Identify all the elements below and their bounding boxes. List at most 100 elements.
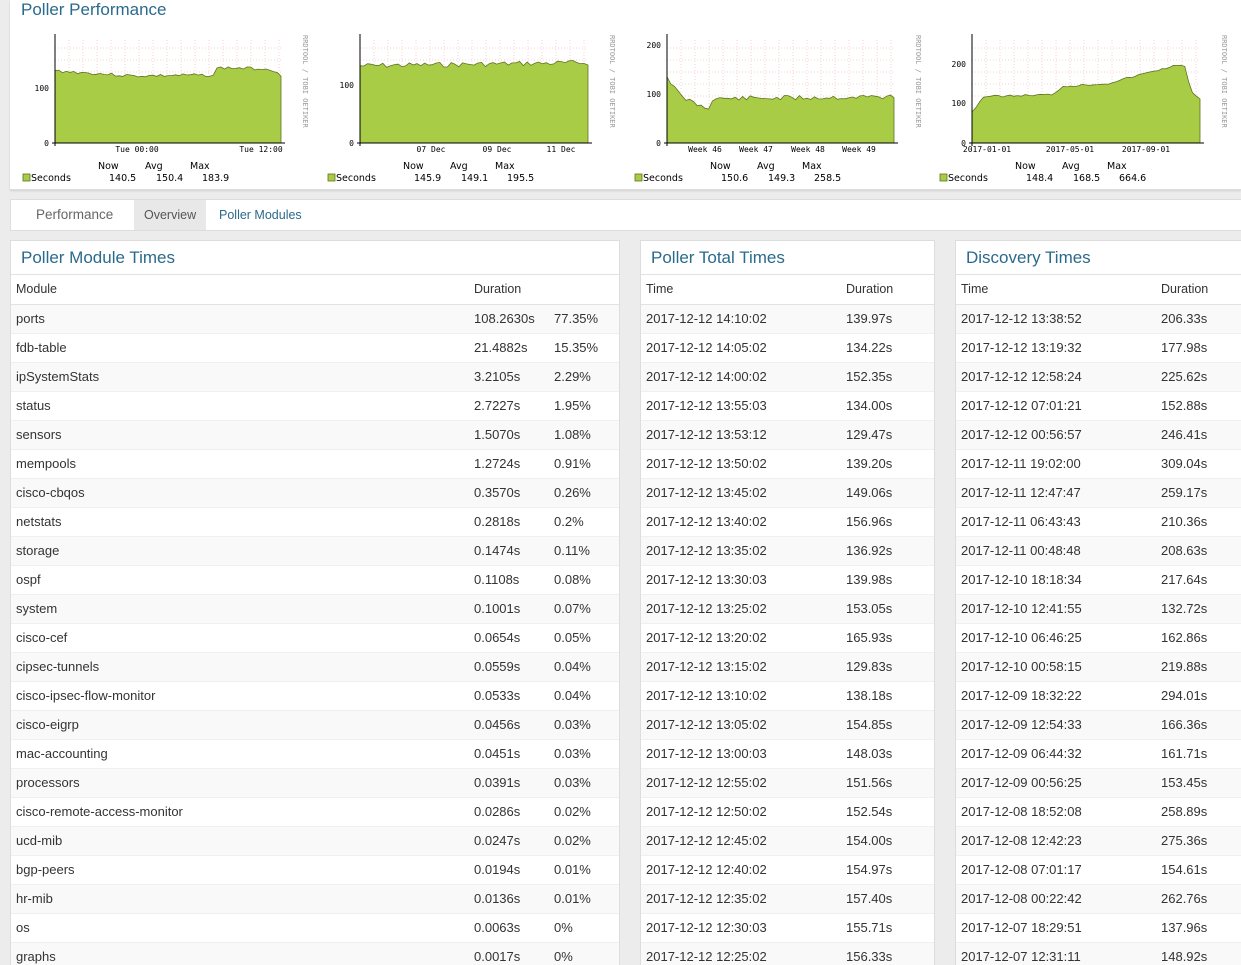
poller-graph[interactable]: 100 0 07 Dec 09 Dec 11 Dec RRDTOOL / TOBI OET… xyxy=(317,30,622,190)
table-row: ipSystemStats 3.2105s 2.29% xyxy=(11,362,619,392)
poller-module-times-panel: Poller Module Times Module Duration port… xyxy=(10,240,620,965)
table-cell: 2017-12-12 13:35:02 xyxy=(641,536,841,566)
legend-series-name: Seconds xyxy=(31,173,71,184)
poller-graph[interactable]: 200 100 0 Week 46 Week 47 Week 48 Week 49 RRDTO… xyxy=(623,30,928,190)
legend-header: Avg xyxy=(757,161,775,172)
x-tick-label: Week 49 xyxy=(842,145,876,154)
table-cell: 2017-12-12 12:50:02 xyxy=(641,797,841,827)
table-row: cisco-cbqos 0.3570s 0.26% xyxy=(11,478,619,508)
table-cell: 2017-12-12 00:56:57 xyxy=(956,420,1156,450)
poller-graph[interactable]: 100 0 Tue 00:00 Tue 12:00 RRDTOOL / TOBI OET… xyxy=(10,30,315,190)
table-cell: 2017-12-12 13:30:03 xyxy=(641,565,841,595)
table-cell: 154.61s xyxy=(1156,855,1241,885)
table-cell: processors xyxy=(11,768,469,798)
legend-header: Now xyxy=(98,161,119,172)
rrdtool-watermark: RRDTOOL / TOBI OETIKER xyxy=(1220,35,1228,129)
table-cell: 2017-12-12 14:05:02 xyxy=(641,333,841,363)
legend-value-max: 183.9 xyxy=(202,173,229,184)
table-cell: 259.17s xyxy=(1156,478,1241,508)
table-row: 2017-12-12 13:35:02 136.92s xyxy=(641,536,934,566)
table-cell: hr-mib xyxy=(11,884,469,914)
x-tick-label: 11 Dec xyxy=(547,145,576,154)
nav-tabs: Performance Overview Poller Modules xyxy=(10,199,1241,231)
graph-area xyxy=(54,66,282,144)
table-cell: 210.36s xyxy=(1156,507,1241,537)
table-cell: 153.45s xyxy=(1156,768,1241,798)
table-cell: 2017-12-11 19:02:00 xyxy=(956,449,1156,479)
table-row: 2017-12-12 14:10:02 139.97s xyxy=(641,304,934,334)
table-cell: 0% xyxy=(549,913,619,943)
table-cell: 294.01s xyxy=(1156,681,1241,711)
table-row: 2017-12-12 13:45:02 149.06s xyxy=(641,478,934,508)
y-tick-label: 100 xyxy=(647,90,662,99)
table-row: processors 0.0391s 0.03% xyxy=(11,768,619,798)
legend-header: Now xyxy=(710,161,731,172)
table-cell: 0.1001s xyxy=(469,594,549,624)
legend-swatch xyxy=(939,173,948,182)
poller-graph[interactable]: 200 100 0 2017-01-01 2017-05-01 2017-09-01 RRD… xyxy=(930,30,1235,190)
table-cell: 2017-12-12 13:05:02 xyxy=(641,710,841,740)
legend-value-max: 664.6 xyxy=(1119,173,1146,184)
module-times-table: Module Duration ports 108.2630s 77.35% fdb-… xyxy=(11,275,619,965)
table-cell: 1.95% xyxy=(549,391,619,421)
table-row: 2017-12-12 12:50:02 152.54s xyxy=(641,797,934,827)
table-cell: 2017-12-12 12:25:02 xyxy=(641,942,841,965)
table-cell: 2017-12-10 12:41:55 xyxy=(956,594,1156,624)
table-cell: 0.03% xyxy=(549,768,619,798)
table-cell: 0.91% xyxy=(549,449,619,479)
table-row: 2017-12-08 07:01:17 154.61s xyxy=(956,855,1241,885)
graph-area xyxy=(359,60,589,144)
table-cell: 2017-12-11 12:47:47 xyxy=(956,478,1156,508)
column-header-time: Time xyxy=(641,275,841,305)
table-cell: 132.72s xyxy=(1156,594,1241,624)
legend-header: Max xyxy=(495,161,515,172)
table-cell: netstats xyxy=(11,507,469,537)
table-cell: mempools xyxy=(11,449,469,479)
table-row: cisco-ipsec-flow-monitor 0.0533s 0.04% xyxy=(11,681,619,711)
x-tick-label: Tue 00:00 xyxy=(115,145,159,154)
table-cell: 177.98s xyxy=(1156,333,1241,363)
y-tick-label: 100 xyxy=(952,99,967,108)
legend-series-name: Seconds xyxy=(948,173,988,184)
table-row: ucd-mib 0.0247s 0.02% xyxy=(11,826,619,856)
table-cell: 153.05s xyxy=(841,594,934,624)
table-cell: 157.40s xyxy=(841,884,934,914)
table-cell: 162.86s xyxy=(1156,623,1241,653)
table-cell: 0.01% xyxy=(549,884,619,914)
table-cell: 0.03% xyxy=(549,710,619,740)
poller-total-times-panel: Poller Total Times Time Duration 2017-12… xyxy=(640,240,935,965)
y-tick-label: 0 xyxy=(349,139,354,148)
table-cell: system xyxy=(11,594,469,624)
table-cell: 0.08% xyxy=(549,565,619,595)
column-header-time: Time xyxy=(956,275,1156,305)
table-cell: 0.0391s xyxy=(469,768,549,798)
column-header-module: Module xyxy=(11,275,469,305)
table-cell: 2017-12-12 13:20:02 xyxy=(641,623,841,653)
tab-overview[interactable]: Overview xyxy=(134,200,207,230)
y-tick-label: 0 xyxy=(656,139,661,148)
table-row: 2017-12-12 13:00:03 148.03s xyxy=(641,739,934,769)
table-cell: os xyxy=(11,913,469,943)
x-tick-label: 2017-01-01 xyxy=(963,145,1011,154)
table-row: 2017-12-08 12:42:23 275.36s xyxy=(956,826,1241,856)
table-cell: graphs xyxy=(11,942,469,965)
table-row: 2017-12-12 13:50:02 139.20s xyxy=(641,449,934,479)
table-cell: 154.85s xyxy=(841,710,934,740)
table-cell: 2017-12-12 07:01:21 xyxy=(956,391,1156,421)
graph-canvas: 100 0 07 Dec 09 Dec 11 Dec RRDTOOL / TOBI OET… xyxy=(327,34,616,184)
table-cell: 2017-12-10 00:58:15 xyxy=(956,652,1156,682)
table-row: os 0.0063s 0% xyxy=(11,913,619,943)
y-tick-label: 100 xyxy=(340,81,355,90)
table-row: 2017-12-11 19:02:00 309.04s xyxy=(956,449,1241,479)
table-cell: cisco-cef xyxy=(11,623,469,653)
table-cell: 2017-12-09 06:44:32 xyxy=(956,739,1156,769)
table-cell: 0.11% xyxy=(549,536,619,566)
tab-poller-modules[interactable]: Poller Modules xyxy=(219,200,302,230)
table-row: 2017-12-12 12:58:24 225.62s xyxy=(956,362,1241,392)
table-row: system 0.1001s 0.07% xyxy=(11,594,619,624)
table-cell: 2017-12-12 13:15:02 xyxy=(641,652,841,682)
legend-header: Avg xyxy=(145,161,163,172)
table-cell: 2017-12-12 13:38:52 xyxy=(956,304,1156,334)
table-row: 2017-12-12 12:40:02 154.97s xyxy=(641,855,934,885)
table-row: 2017-12-12 13:19:32 177.98s xyxy=(956,333,1241,363)
